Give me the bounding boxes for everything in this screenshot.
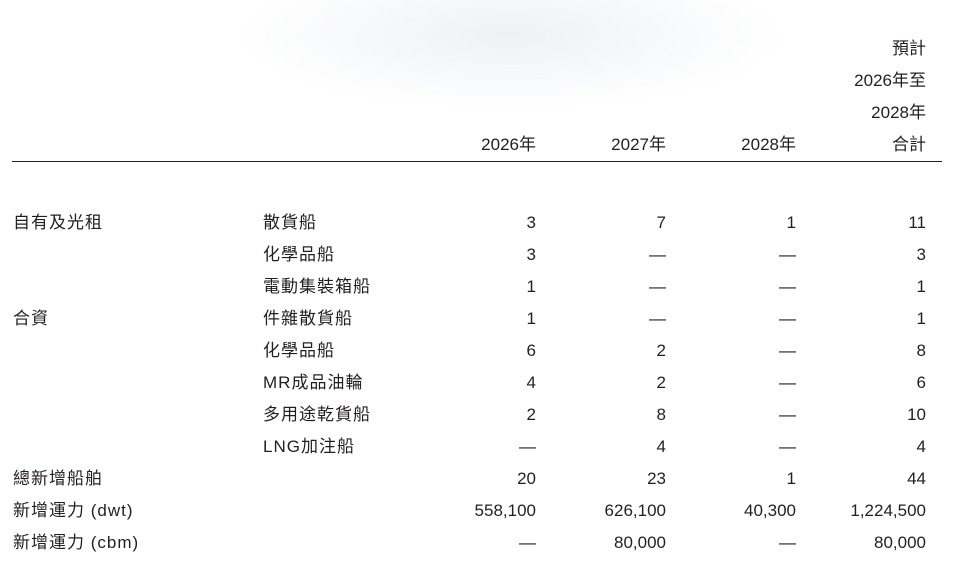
header-total-line-1: 預計 <box>892 39 926 58</box>
cell-total: 4 <box>916 437 926 456</box>
cell-2028: — <box>779 277 796 296</box>
row-sublabel: 電動集裝箱船 <box>263 277 371 296</box>
cell-2027: 80,000 <box>614 533 666 552</box>
header-col-2028: 2028年 <box>741 135 796 154</box>
table-row: 電動集裝箱船 1 — — 1 <box>0 271 963 303</box>
cell-2027: 7 <box>656 213 666 232</box>
header-col-2026: 2026年 <box>481 135 536 154</box>
table-row: LNG加注船 — 4 — 4 <box>0 431 963 463</box>
cell-2026: 1 <box>526 309 536 328</box>
row-sublabel: LNG加注船 <box>263 437 355 456</box>
cell-total: 44 <box>907 469 926 488</box>
cell-2028: — <box>779 245 796 264</box>
cell-2028: — <box>779 533 796 552</box>
row-sublabel: 多用途乾貨船 <box>263 405 371 424</box>
cell-2027: 2 <box>656 373 666 392</box>
cell-2028: — <box>779 405 796 424</box>
table-row: MR成品油輪 4 2 — 6 <box>0 367 963 399</box>
cell-2026: — <box>519 437 536 456</box>
row-sublabel: 化學品船 <box>263 341 335 360</box>
row-label: 總新增船舶 <box>13 469 103 488</box>
cell-total: 1,224,500 <box>850 501 926 520</box>
cell-2026: 3 <box>526 245 536 264</box>
table-row: 新增運力 (cbm) — 80,000 — 80,000 <box>0 527 963 559</box>
cell-2028: 1 <box>786 213 796 232</box>
table-row: 多用途乾貨船 2 8 — 10 <box>0 399 963 431</box>
table-row: 新增運力 (dwt) 558,100 626,100 40,300 1,224,500 <box>0 495 963 527</box>
table-row: 化學品船 6 2 — 8 <box>0 335 963 367</box>
table-row: 合資 件雜散貨船 1 — — 1 <box>0 303 963 335</box>
cell-total: 1 <box>916 277 926 296</box>
cell-2027: 626,100 <box>604 501 666 520</box>
row-sublabel: 件雜散貨船 <box>263 309 353 328</box>
cell-2026: 20 <box>517 469 536 488</box>
header-divider <box>12 161 942 162</box>
table-row: 總新增船舶 20 23 1 44 <box>0 463 963 495</box>
row-label: 新增運力 (dwt) <box>13 501 134 520</box>
header-total-line-4: 合計 <box>892 135 926 154</box>
row-sublabel: MR成品油輪 <box>263 373 364 392</box>
cell-2026: 3 <box>526 213 536 232</box>
cell-2026: 6 <box>526 341 536 360</box>
cell-2028: — <box>779 437 796 456</box>
cell-2027: 23 <box>647 469 666 488</box>
cell-2027: — <box>649 309 666 328</box>
cell-2027: — <box>649 245 666 264</box>
table-row: 化學品船 3 — — 3 <box>0 239 963 271</box>
cell-total: 1 <box>916 309 926 328</box>
cell-2028: 1 <box>786 469 796 488</box>
header-total-line-2: 2026年至 <box>854 71 926 90</box>
header-total-line-3: 2028年 <box>871 103 926 122</box>
cell-2026: 4 <box>526 373 536 392</box>
cell-2027: 2 <box>656 341 666 360</box>
background-decoration <box>230 0 790 110</box>
cell-2026: 1 <box>526 277 536 296</box>
row-label: 合資 <box>13 309 49 328</box>
row-sublabel: 散貨船 <box>263 213 317 232</box>
row-label: 新增運力 (cbm) <box>13 533 140 552</box>
row-label: 自有及光租 <box>13 213 103 232</box>
cell-total: 3 <box>916 245 926 264</box>
cell-total: 11 <box>908 213 926 232</box>
cell-total: 8 <box>916 341 926 360</box>
cell-2028: — <box>779 373 796 392</box>
cell-2028: — <box>779 341 796 360</box>
cell-2027: — <box>649 277 666 296</box>
cell-2028: — <box>779 309 796 328</box>
cell-total: 10 <box>907 405 926 424</box>
cell-2028: 40,300 <box>744 501 796 520</box>
cell-total: 6 <box>916 373 926 392</box>
cell-2027: 4 <box>656 437 666 456</box>
row-sublabel: 化學品船 <box>263 245 335 264</box>
header-col-2027: 2027年 <box>611 135 666 154</box>
cell-total: 80,000 <box>874 533 926 552</box>
cell-2026: 558,100 <box>474 501 536 520</box>
table-row: 自有及光租 散貨船 3 7 1 11 <box>0 207 963 239</box>
cell-2026: 2 <box>526 405 536 424</box>
cell-2026: — <box>519 533 536 552</box>
cell-2027: 8 <box>656 405 666 424</box>
